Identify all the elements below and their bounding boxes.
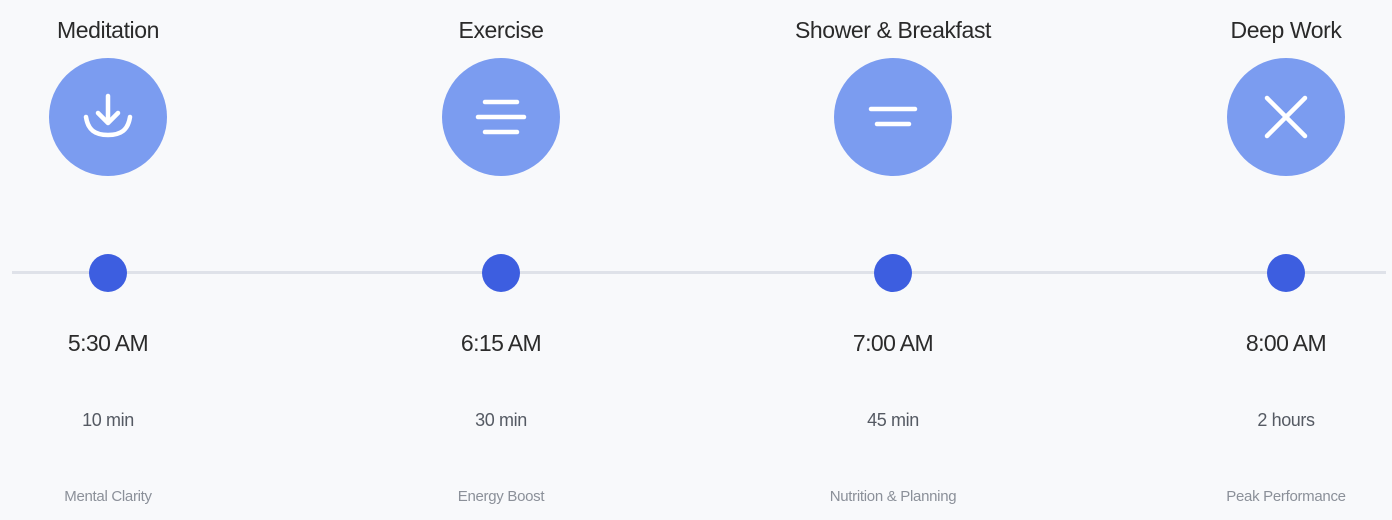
timeline-step-shower-breakfast: Shower & Breakfast 7:00 AM 45 min Nutrit…	[763, 0, 1023, 520]
equals-icon	[834, 58, 952, 176]
step-duration: 10 min	[82, 410, 134, 430]
timeline-step-exercise: Exercise 6:15 AM 30 min Energy Boost	[371, 0, 631, 520]
timeline-step-deep-work: Deep Work 8:00 AM 2 hours Peak Performan…	[1156, 0, 1392, 520]
step-benefit: Peak Performance	[1226, 488, 1346, 505]
step-duration: 30 min	[475, 410, 527, 430]
step-title: Meditation	[56, 17, 160, 43]
step-title: Exercise	[458, 17, 544, 43]
close-x-icon	[1227, 58, 1345, 176]
timeline-dot	[89, 254, 127, 292]
download-arrow-icon	[49, 58, 167, 176]
timeline-dot	[1267, 254, 1305, 292]
timeline-step-meditation: Meditation 5:30 AM 10 min Mental Clarity	[0, 0, 238, 520]
timeline-dot	[874, 254, 912, 292]
step-title: Shower & Breakfast	[794, 17, 992, 43]
step-time: 7:00 AM	[852, 330, 934, 356]
step-benefit: Energy Boost	[457, 488, 545, 505]
step-time: 8:00 AM	[1245, 330, 1327, 356]
step-benefit: Mental Clarity	[64, 488, 152, 505]
three-lines-icon	[442, 58, 560, 176]
step-benefit: Nutrition & Planning	[829, 488, 957, 505]
step-time: 5:30 AM	[67, 330, 149, 356]
step-duration: 2 hours	[1257, 410, 1315, 430]
step-time: 6:15 AM	[460, 330, 542, 356]
timeline-dot	[482, 254, 520, 292]
step-title: Deep Work	[1230, 17, 1342, 43]
step-duration: 45 min	[867, 410, 919, 430]
